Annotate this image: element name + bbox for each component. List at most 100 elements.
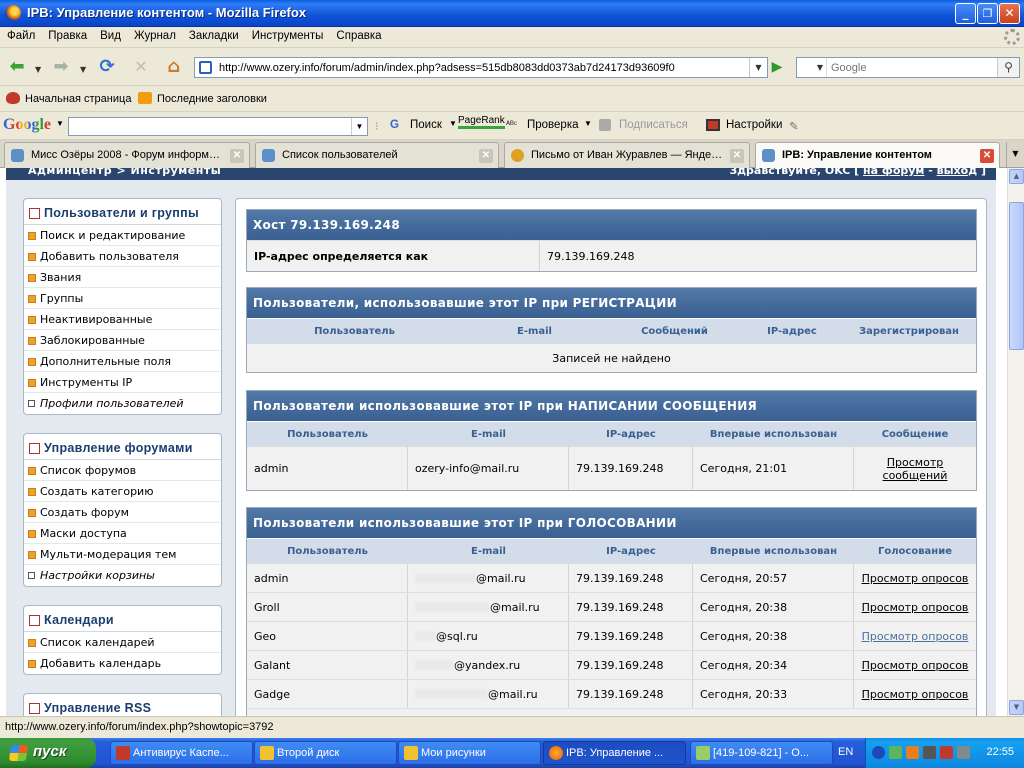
tray-arrow-icon[interactable] [872,746,885,759]
sidebar-section-title[interactable]: Управление RSS [24,694,221,716]
tab-close-icon[interactable]: ✕ [980,149,994,163]
back-dropdown-icon[interactable]: ▼ [35,65,41,74]
maximize-button[interactable]: ❐ [977,3,998,24]
sidebar-item-groups[interactable]: Группы [24,288,221,309]
sidebar-item-ranks[interactable]: Звания [24,267,221,288]
view-polls-link[interactable]: Просмотр опросов [862,572,969,585]
tray-network-icon[interactable] [889,746,902,759]
view-polls-link[interactable]: Просмотр опросов [862,659,969,672]
subscribe-button[interactable]: Подписаться [619,119,688,131]
google-history-dropdown-icon[interactable]: ▼ [351,118,367,135]
table-title: Пользователи использовавшие этот IP при … [247,391,976,421]
sidebar-item-multi-moderation[interactable]: Мульти-модерация тем [24,544,221,565]
taskbar-item-my-pictures[interactable]: Мои рисунки [398,741,541,765]
google-menu-dropdown-icon[interactable]: ▼ [56,119,64,128]
back-icon[interactable]: ⬅ [4,54,30,80]
forward-icon[interactable]: ➡ [48,54,74,80]
sidebar-item-search-edit[interactable]: Поиск и редактирование [24,225,221,246]
tab-1[interactable]: Мисс Озёры 2008 - Форум информац... ✕ [4,142,250,168]
tab-close-icon[interactable]: ✕ [730,149,744,163]
start-button[interactable]: пуск [0,738,96,768]
reload-icon[interactable]: ⟳ [94,54,120,80]
table-row: Galant @yandex.ru 79.139.169.248 Сегодня… [247,650,976,679]
tab-close-icon[interactable]: ✕ [230,149,244,163]
search-input[interactable] [831,60,991,75]
taskbar-item-firefox[interactable]: IPB: Управление ... [543,741,686,765]
spellcheck-button[interactable]: Проверка [527,119,579,131]
tab-4-active[interactable]: IPB: Управление контентом ✕ [755,142,1000,169]
google-search-button[interactable]: Поиск [410,119,442,131]
tab-2[interactable]: Список пользователей ✕ [255,142,499,168]
scroll-up-icon[interactable]: ▲ [1009,169,1024,184]
tray-kaspersky-icon[interactable] [940,746,953,759]
menu-bookmarks[interactable]: Закладки [182,27,245,42]
stop-icon[interactable]: ✕ [128,54,154,80]
menu-tools[interactable]: Инструменты [245,27,330,42]
home-icon[interactable]: ⌂ [161,54,187,80]
menu-history[interactable]: Журнал [127,27,182,42]
sidebar-section-title[interactable]: Управление форумами [24,434,221,460]
table-row: Записей не найдено [247,343,976,372]
scroll-down-icon[interactable]: ▼ [1009,700,1024,715]
vertical-scrollbar[interactable]: ▲ ▼ [1007,168,1024,716]
tray-security-icon[interactable] [923,746,936,759]
search-icon[interactable]: ⚲ [997,58,1019,77]
sidebar-item-custom-fields[interactable]: Дополнительные поля [24,351,221,372]
taskbar-item-ticket[interactable]: [419-109-821] - О... [690,741,833,765]
sidebar-item-add-user[interactable]: Добавить пользователя [24,246,221,267]
google-logo[interactable]: Google [3,116,51,134]
title-bar[interactable]: IPB: Управление контентом - Mozilla Fire… [0,0,1024,27]
search-box[interactable]: ▼ ⚲ [796,57,1020,78]
sidebar-item-inactive[interactable]: Неактивированные [24,309,221,330]
logout-link[interactable]: выход [937,168,977,177]
tab-close-icon[interactable]: ✕ [479,149,493,163]
tray-volume-icon[interactable] [957,746,970,759]
sidebar-item-add-calendar[interactable]: Добавить календарь [24,653,221,674]
bookmark-home[interactable]: Начальная страница [6,92,131,105]
language-indicator[interactable]: EN [838,746,853,758]
sidebar-section-title[interactable]: Календари [24,606,221,632]
forward-dropdown-icon[interactable]: ▼ [80,65,86,74]
table-title: Хост 79.139.169.248 [247,210,976,240]
menu-file[interactable]: Файл [0,27,41,42]
sidebar-item-access-masks[interactable]: Маски доступа [24,523,221,544]
scrollbar-thumb[interactable] [1009,202,1024,350]
highlighter-icon[interactable]: ✎ [789,119,799,133]
minimize-button[interactable]: _ [955,3,976,24]
tab-3[interactable]: Письмо от Иван Журавлев — Яндек... ✕ [504,142,750,168]
view-posts-link[interactable]: Просмотр сообщений [861,456,969,482]
clock[interactable]: 22:55 [986,746,1014,758]
bookmark-latest-headlines[interactable]: Последние заголовки [138,92,267,105]
view-polls-link[interactable]: Просмотр опросов [862,630,969,643]
close-button[interactable]: ✕ [999,3,1020,24]
to-forum-link[interactable]: на форум [863,168,924,177]
tab-list-dropdown-icon[interactable]: ▼ [1006,142,1024,167]
url-input[interactable] [219,60,743,75]
go-icon[interactable]: ▶ [766,56,788,78]
sidebar-item-calendar-list[interactable]: Список календарей [24,632,221,653]
tray-app-icon[interactable] [906,746,919,759]
spellcheck-dropdown-icon[interactable]: ▼ [584,119,592,128]
pagerank-indicator[interactable]: PageRank [458,115,505,129]
sidebar-item-create-forum[interactable]: Создать форум [24,502,221,523]
sidebar-item-create-category[interactable]: Создать категорию [24,481,221,502]
search-engine-dropdown-icon[interactable]: ▼ [797,58,827,77]
view-polls-link[interactable]: Просмотр опросов [862,601,969,614]
sidebar-item-banned[interactable]: Заблокированные [24,330,221,351]
settings-button[interactable]: Настройки [726,119,782,131]
sidebar-item-user-profiles[interactable]: Профили пользователей [24,393,221,414]
sidebar-item-ip-tools[interactable]: Инструменты IP [24,372,221,393]
menu-help[interactable]: Справка [329,27,387,42]
search-dropdown-icon[interactable]: ▼ [449,119,457,128]
google-search-input[interactable]: ▼ [68,117,368,136]
address-bar[interactable]: ▼ [194,57,768,78]
taskbar-item-second-disk[interactable]: Второй диск [254,741,397,765]
menu-view[interactable]: Вид [93,27,127,42]
sidebar-item-trash-settings[interactable]: Настройки корзины [24,565,221,586]
url-history-dropdown-icon[interactable]: ▼ [749,58,767,77]
sidebar-section-title[interactable]: Пользователи и группы [24,199,221,225]
sidebar-item-forum-list[interactable]: Список форумов [24,460,221,481]
menu-edit[interactable]: Правка [41,27,93,42]
taskbar-item-antivirus[interactable]: Антивирус Каспе... [110,741,253,765]
view-polls-link[interactable]: Просмотр опросов [862,688,969,701]
